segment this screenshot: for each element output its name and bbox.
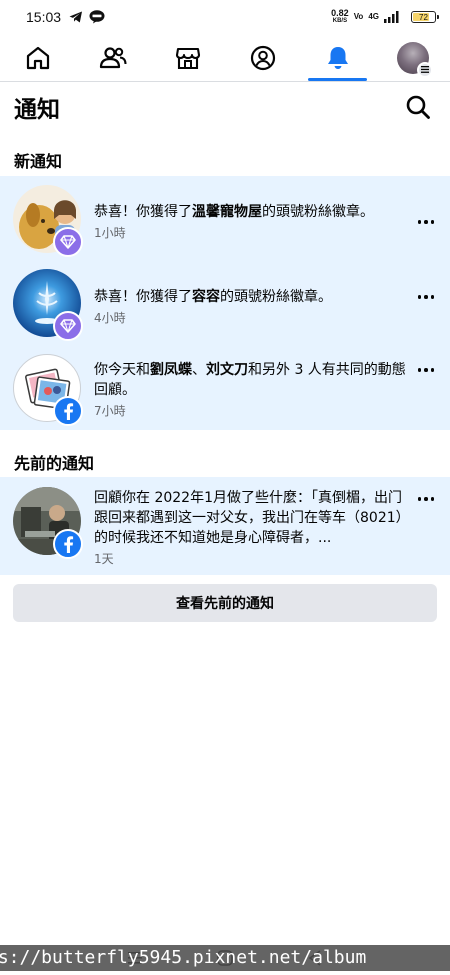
facebook-icon xyxy=(53,396,83,426)
notification-avatar xyxy=(13,354,83,426)
telegram-icon xyxy=(69,11,83,23)
notification-avatar xyxy=(13,269,83,341)
network-type: 4G xyxy=(368,12,379,21)
notification-time: 1小時 xyxy=(94,226,126,240)
tab-notifications[interactable] xyxy=(300,34,375,81)
notification-item[interactable]: 你今天和劉凤蝶、刘文刀和另外 3 人有共同的動態回顧。 7小時 xyxy=(0,350,450,430)
notification-time: 7小時 xyxy=(94,404,126,418)
volte-indicator: Vo xyxy=(353,12,364,21)
status-bar: 15:03 0.82 KB/S Vo 4G 72 xyxy=(0,0,450,34)
section-title-new: 新通知 xyxy=(14,152,63,171)
network-speed: 0.82 KB/S xyxy=(331,8,349,25)
notification-item[interactable]: 恭喜！你獲得了容容的頭號粉絲徽章。 4小時 xyxy=(0,263,450,350)
more-options-button[interactable] xyxy=(414,489,438,509)
search-button[interactable] xyxy=(400,89,436,125)
notification-text: 恭喜！你獲得了容容的頭號粉絲徽章。 xyxy=(94,289,332,305)
notification-text: 你今天和劉凤蝶、刘文刀和另外 3 人有共同的動態回顧。 xyxy=(94,362,406,398)
tab-marketplace[interactable] xyxy=(150,34,225,81)
menu-icon xyxy=(416,61,433,78)
tab-profile[interactable] xyxy=(225,34,300,81)
notification-text: 回顧你在 2022年1月做了些什麼：「真倒楣，出门跟回来都遇到这一对父女，我出门… xyxy=(94,490,403,546)
bell-icon xyxy=(327,46,348,69)
signal-icon xyxy=(384,11,400,23)
notification-item[interactable]: 恭喜！你獲得了溫馨寵物屋的頭號粉絲徽章。 1小時 xyxy=(0,176,450,263)
top-navigation xyxy=(0,34,450,82)
line-app-icon xyxy=(89,10,105,24)
tab-home[interactable] xyxy=(0,34,75,81)
notification-avatar xyxy=(13,185,83,257)
more-options-button[interactable] xyxy=(414,360,438,380)
battery-indicator: 72 xyxy=(411,11,439,23)
tab-friends[interactable] xyxy=(75,34,150,81)
page-header: 通知 xyxy=(0,82,450,132)
notification-time: 1天 xyxy=(94,552,114,566)
see-previous-notifications-button[interactable]: 查看先前的通知 xyxy=(13,584,437,622)
section-title-earlier: 先前的通知 xyxy=(14,454,95,473)
facebook-icon xyxy=(53,529,83,559)
home-icon xyxy=(26,46,49,69)
marketplace-icon xyxy=(175,47,200,69)
page-title: 通知 xyxy=(14,97,60,123)
more-options-button[interactable] xyxy=(414,287,438,307)
notification-avatar xyxy=(13,487,83,559)
search-icon xyxy=(406,95,430,119)
tab-menu[interactable] xyxy=(375,34,450,81)
notification-text: 恭喜！你獲得了溫馨寵物屋的頭號粉絲徽章。 xyxy=(94,204,374,220)
user-avatar xyxy=(396,41,433,78)
status-time: 15:03 xyxy=(26,9,62,25)
diamond-icon xyxy=(53,311,83,341)
url-watermark: ps://butterfly5945.pixnet.net/album xyxy=(0,945,450,971)
profile-icon xyxy=(250,45,275,70)
notification-item[interactable]: 回顧你在 2022年1月做了些什麼：「真倒楣，出门跟回来都遇到这一对父女，我出门… xyxy=(0,477,450,575)
friends-icon xyxy=(99,46,126,68)
more-options-button[interactable] xyxy=(414,212,438,232)
notification-time: 4小時 xyxy=(94,311,126,325)
diamond-icon xyxy=(53,227,83,257)
